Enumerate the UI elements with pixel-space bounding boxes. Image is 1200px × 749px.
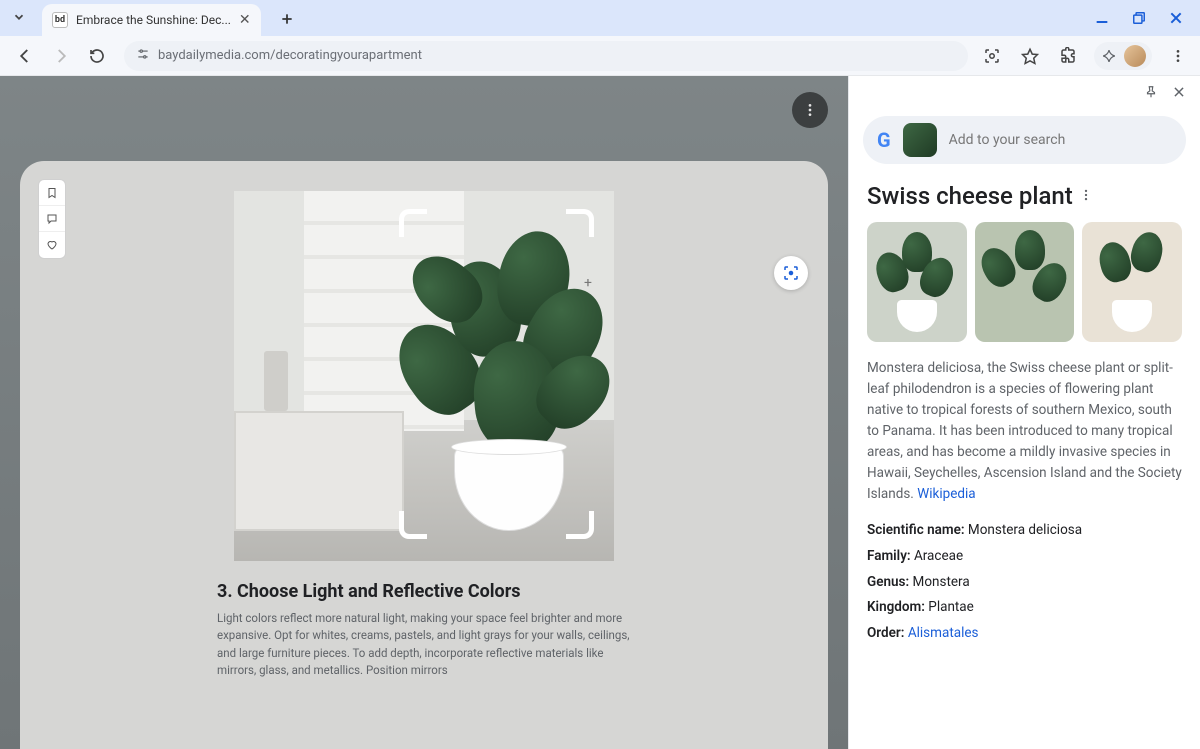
lens-more-button[interactable] (792, 92, 828, 128)
comment-icon[interactable] (39, 206, 65, 232)
bookmark-icon[interactable] (39, 180, 65, 206)
kp-facts: Scientific name: Monstera deliciosa Fami… (867, 518, 1182, 646)
sidepanel-close-button[interactable] (1172, 84, 1186, 103)
search-placeholder: Add to your search (949, 132, 1066, 148)
heart-icon[interactable] (39, 232, 65, 258)
kp-description: Monstera deliciosa, the Swiss cheese pla… (867, 358, 1182, 504)
search-image-thumbnail (903, 123, 937, 157)
window-close-button[interactable] (1168, 10, 1184, 30)
kp-image-2[interactable] (975, 222, 1075, 342)
site-info-icon[interactable] (136, 47, 150, 65)
kp-image-3[interactable] (1082, 222, 1182, 342)
window-restore-button[interactable] (1132, 10, 1146, 30)
gemini-icon (1102, 49, 1116, 63)
profile-avatar (1124, 45, 1146, 67)
omnibox-url: baydailymedia.com/decoratingyourapartmen… (158, 48, 422, 63)
nav-back-button[interactable] (10, 41, 40, 71)
window-minimize-button[interactable] (1094, 10, 1110, 30)
article-photo: + (234, 191, 614, 561)
kp-image-1[interactable] (867, 222, 967, 342)
google-logo-icon: G (877, 128, 891, 152)
bookmark-star-icon[interactable] (1018, 44, 1042, 68)
lens-toolbar-icon[interactable] (980, 44, 1004, 68)
tab-favicon: bd (52, 12, 68, 28)
side-panel: G Add to your search Swiss cheese plant … (848, 76, 1200, 749)
kp-image-row (867, 222, 1182, 342)
nav-forward-button[interactable] (46, 41, 76, 71)
lens-cursor-icon: + (584, 275, 592, 291)
profile-chip[interactable] (1094, 42, 1152, 70)
chrome-menu-button[interactable] (1166, 44, 1190, 68)
tab-search-button[interactable] (8, 6, 30, 28)
kp-order-link[interactable]: Alismatales (908, 625, 979, 641)
article-body: Light colors reflect more natural light,… (217, 610, 631, 679)
sidepanel-pin-icon[interactable] (1144, 84, 1158, 103)
nav-reload-button[interactable] (82, 41, 112, 71)
kp-title: Swiss cheese plant (867, 182, 1073, 210)
tab-title: Embrace the Sunshine: Dec... (76, 13, 231, 27)
page-lens-overlay[interactable]: + 3. Choose Light and Reflective Colors … (0, 76, 848, 749)
lens-action-badge[interactable] (774, 256, 808, 290)
knowledge-panel: Swiss cheese plant Monstera deliciosa, t… (849, 182, 1200, 647)
browser-tab[interactable]: bd Embrace the Sunshine: Dec... ✕ (42, 4, 261, 36)
omnibox[interactable]: baydailymedia.com/decoratingyourapartmen… (124, 41, 968, 71)
article-card: + 3. Choose Light and Reflective Colors … (20, 161, 828, 749)
lens-search-box[interactable]: G Add to your search (863, 116, 1186, 164)
extensions-icon[interactable] (1056, 44, 1080, 68)
tab-close-button[interactable]: ✕ (239, 12, 251, 28)
kp-source-link[interactable]: Wikipedia (917, 486, 975, 502)
kp-more-icon[interactable] (1079, 187, 1093, 206)
article-side-tools (38, 179, 66, 259)
window-controls (1094, 10, 1184, 30)
article-heading: 3. Choose Light and Reflective Colors (217, 581, 631, 602)
new-tab-button[interactable] (273, 5, 301, 33)
browser-titlebar: bd Embrace the Sunshine: Dec... ✕ (0, 0, 1200, 36)
browser-toolbar: baydailymedia.com/decoratingyourapartmen… (0, 36, 1200, 76)
